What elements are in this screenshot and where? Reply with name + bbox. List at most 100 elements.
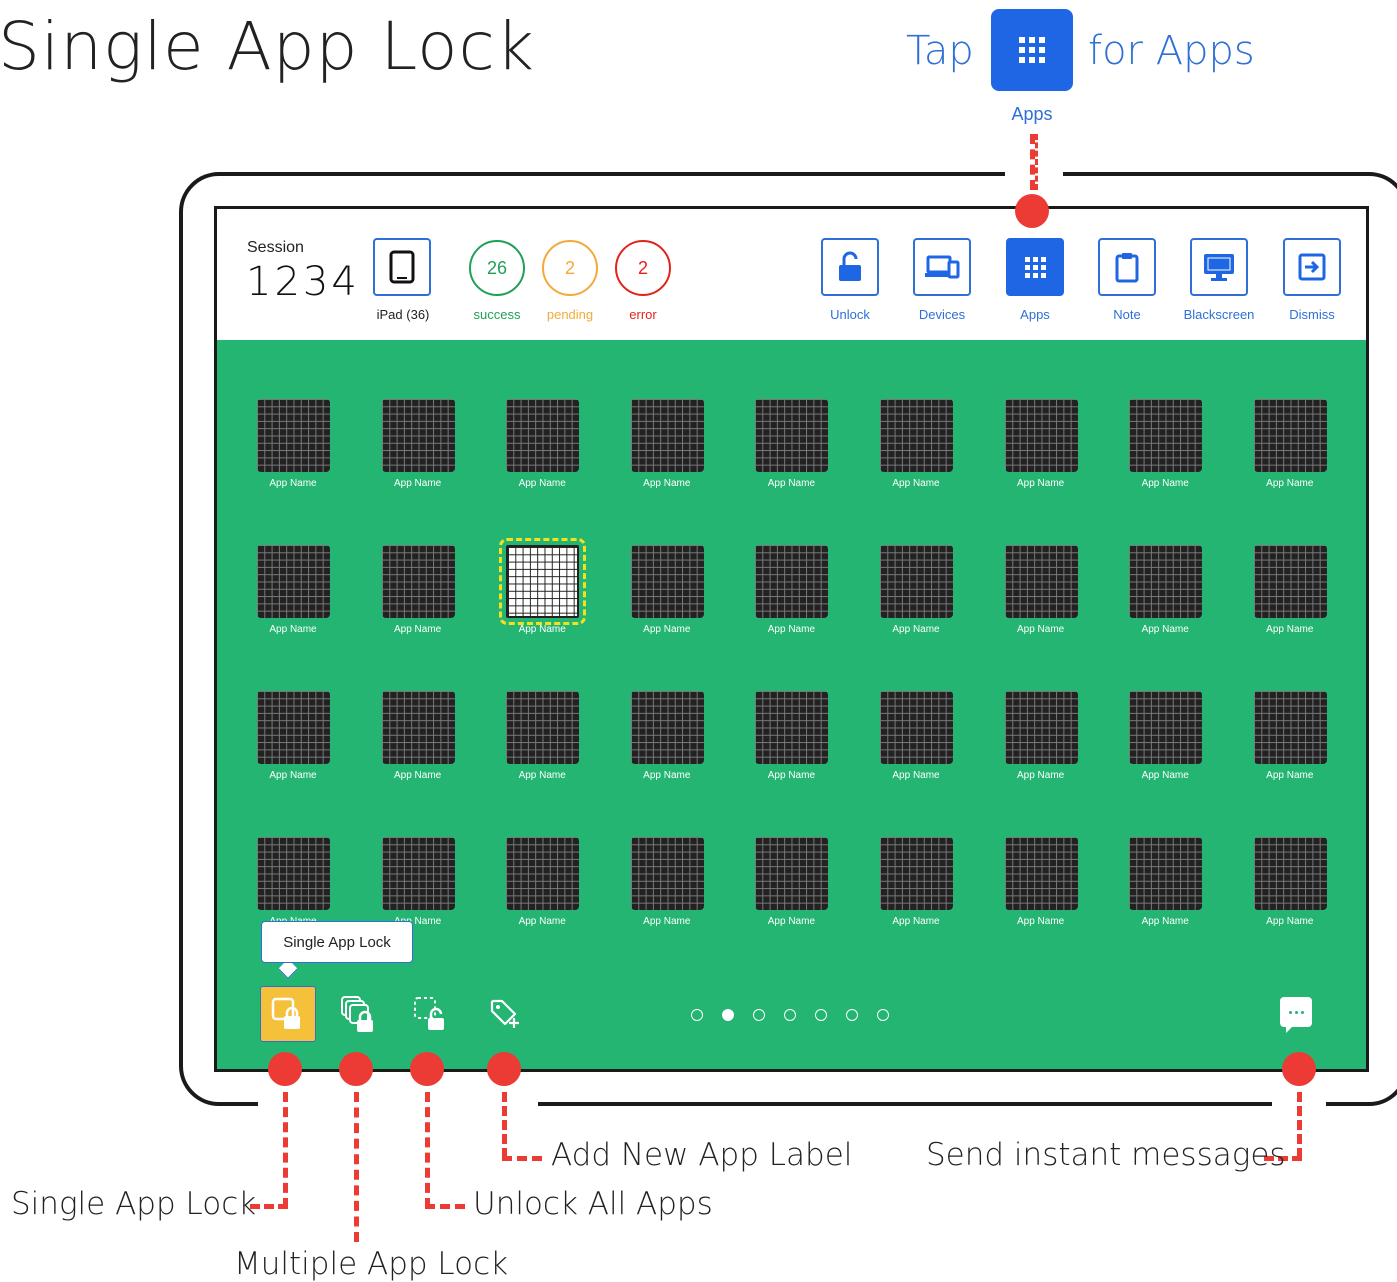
blackscreen-button[interactable] [1190,238,1248,296]
app-tile[interactable]: App Name [1110,691,1220,801]
app-name-label: App Name [1266,478,1314,489]
unlock-all-apps-callout-dot [410,1052,444,1086]
app-tile[interactable]: App Name [238,545,348,655]
app-name-label: App Name [1266,624,1314,635]
dismiss-button[interactable] [1283,238,1341,296]
apps-grid-icon [1024,256,1046,278]
app-tile[interactable]: App Name [861,545,971,655]
app-tile[interactable]: App Name [612,545,722,655]
app-tile[interactable]: App Name [1235,691,1345,801]
app-icon [1129,399,1203,472]
apps-callout-dot [1015,194,1049,228]
app-tile[interactable]: App Name [986,545,1096,655]
app-icon [880,837,953,910]
app-tile[interactable]: App Name [736,691,846,801]
app-name-label: App Name [1016,478,1065,489]
single-app-lock-callout-line [283,1092,288,1208]
add-app-label-callout-line [502,1092,507,1158]
app-tile[interactable]: App Name [612,399,722,509]
app-icon [1253,545,1327,618]
pager-dot[interactable] [815,1009,827,1021]
pager-dot[interactable] [691,1009,703,1021]
app-tile[interactable]: App Name [612,837,722,947]
app-icon [1253,691,1327,764]
app-icon [755,399,829,472]
app-tile[interactable]: App Name [1110,545,1220,655]
success-label: success [473,307,521,322]
frame-gap-bottom-left [258,1098,538,1112]
single-app-lock-tooltip: Single App Lock [261,921,413,963]
exit-icon [1298,253,1326,281]
app-tile[interactable]: App Name [612,691,722,801]
devices-button[interactable] [913,238,971,296]
app-tile[interactable]: App Name [1235,399,1345,509]
app-name-label: App Name [767,916,816,927]
app-icon [506,545,580,618]
app-icon [755,837,829,910]
app-name-label: App Name [393,478,442,489]
app-name-label: App Name [892,916,940,927]
pager-dot[interactable] [722,1009,734,1021]
dismiss-label: Dismiss [1289,307,1335,322]
app-tile[interactable]: App Name [736,837,846,947]
app-icon [1129,691,1203,764]
send-message-button[interactable] [1280,997,1312,1033]
app-icon [1129,545,1203,618]
add-app-label-button[interactable] [478,986,534,1042]
app-tile[interactable]: App Name [363,399,473,509]
app-tile[interactable]: App Name [487,538,597,655]
app-tile[interactable]: App Name [238,399,348,509]
unlock-all-apps-button[interactable] [403,986,459,1042]
app-icon [1253,399,1327,472]
pager-dot[interactable] [784,1009,796,1021]
hint-tap-text: Tap [906,28,974,74]
app-tile[interactable]: App Name [736,399,846,509]
chat-icon [1288,1010,1304,1014]
multiple-app-lock-callout-line [354,1092,359,1242]
error-label: error [629,307,657,322]
ipad-button[interactable] [373,238,431,296]
clipboard-icon [1115,253,1139,283]
app-tile[interactable]: App Name [1235,837,1345,947]
app-name-label: App Name [767,478,816,489]
success-count[interactable]: 26 [469,240,525,296]
app-name-label: App Name [518,624,566,635]
app-name-label: App Name [767,624,816,635]
app-name-label: App Name [393,624,442,635]
app-tile[interactable]: App Name [1110,399,1220,509]
single-app-lock-button[interactable] [260,986,316,1042]
pager-dot[interactable] [877,1009,889,1021]
error-count[interactable]: 2 [615,240,671,296]
app-name-label: App Name [518,916,566,927]
app-tile[interactable]: App Name [487,691,597,801]
app-name-label: App Name [269,624,317,635]
apps-label: Apps [1020,307,1050,322]
app-icon [506,691,580,764]
app-tile[interactable]: App Name [861,399,971,509]
pending-count[interactable]: 2 [542,240,598,296]
app-tile[interactable]: App Name [736,545,846,655]
pager-dot[interactable] [846,1009,858,1021]
app-icon [630,399,704,472]
app-tile[interactable]: App Name [986,399,1096,509]
multiple-app-lock-button[interactable] [331,986,387,1042]
app-tile[interactable]: App Name [986,691,1096,801]
app-tile[interactable]: App Name [1235,545,1345,655]
hint-apps-label: Apps [1011,104,1053,124]
app-tile[interactable]: App Name [861,837,971,947]
app-tile[interactable]: App Name [238,691,348,801]
app-tile[interactable]: App Name [861,691,971,801]
app-tile[interactable]: App Name [1110,837,1220,947]
note-button[interactable] [1098,238,1156,296]
app-tile[interactable]: App Name [363,545,473,655]
page-indicator[interactable] [691,1009,889,1021]
app-name-label: App Name [1016,770,1065,781]
app-name-label: App Name [643,770,691,781]
unlock-button[interactable] [821,238,879,296]
app-tile[interactable]: App Name [986,837,1096,947]
app-tile[interactable]: App Name [363,691,473,801]
app-tile[interactable]: App Name [487,399,597,509]
app-tile[interactable]: App Name [487,837,597,947]
apps-button[interactable] [1006,238,1064,296]
pager-dot[interactable] [753,1009,765,1021]
